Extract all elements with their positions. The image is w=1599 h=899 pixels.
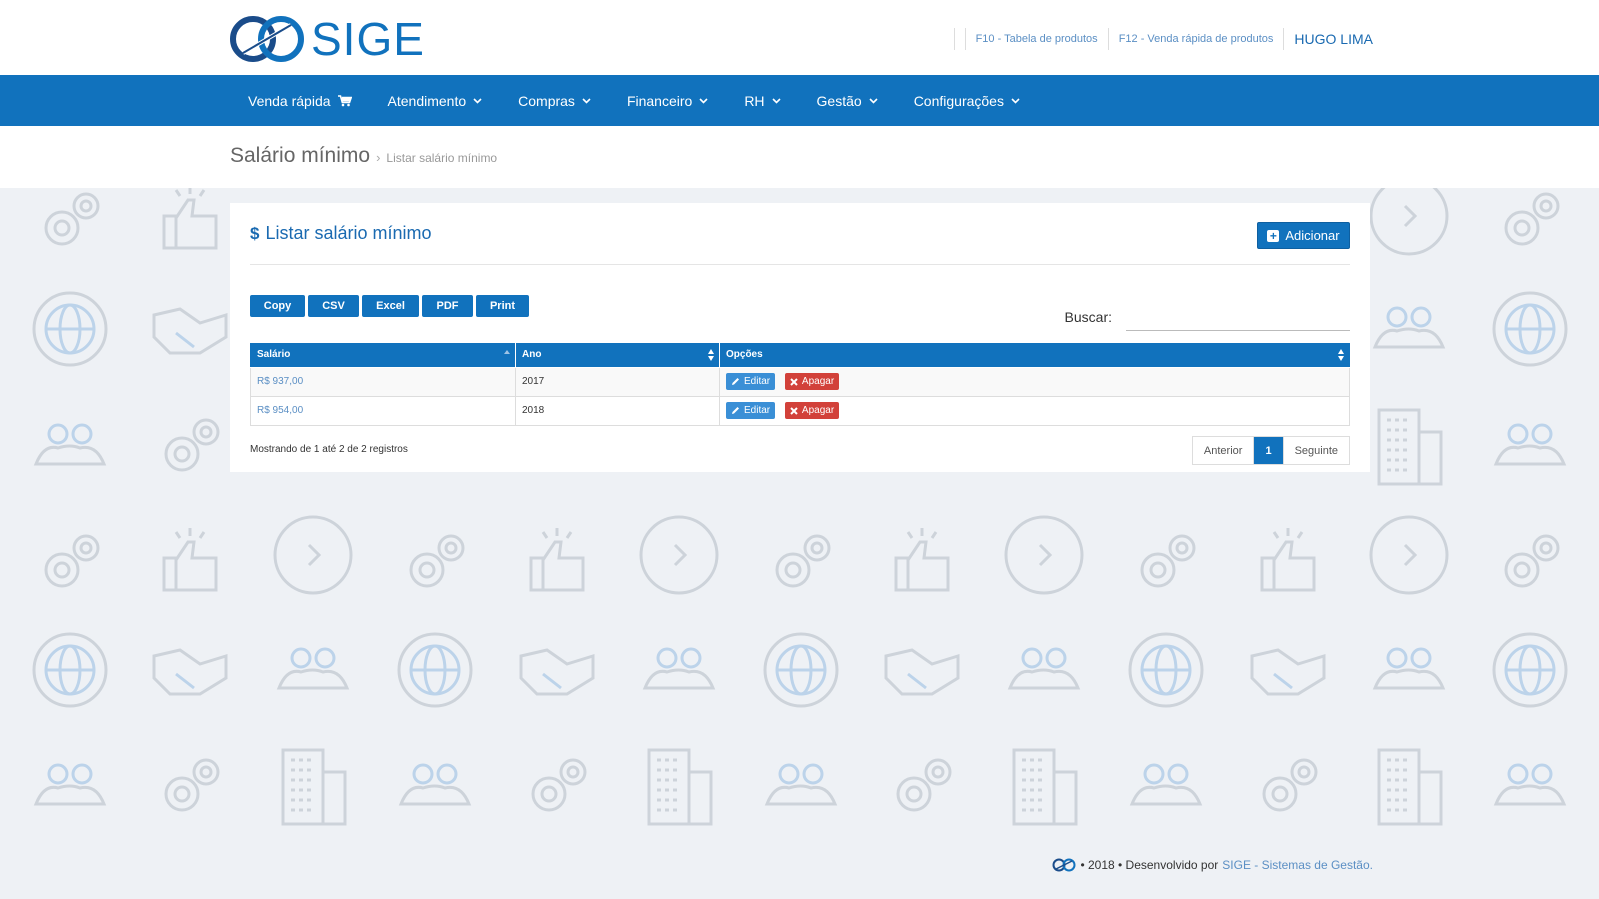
export-buttons: Copy CSV Excel PDF Print [250,295,532,317]
column-header-salario[interactable]: Salário [250,343,516,368]
delete-button[interactable]: Apagar [784,402,840,420]
pagination: Anterior 1 Seguinte [1191,436,1350,465]
nav-item-atendimento[interactable]: Atendimento [370,75,501,126]
nav-item-venda-rapida[interactable]: Venda rápida [230,75,370,126]
table-row: R$ 937,00 2017 Editar Apagar [250,366,1350,397]
pdf-button[interactable]: PDF [422,295,473,317]
nav-item-label: RH [744,92,765,109]
search-label: Buscar: [1064,309,1112,325]
nav-item-rh[interactable]: RH [726,75,798,126]
plus-square-icon: + [1267,229,1280,242]
cell-salario: R$ 954,00 [250,395,516,426]
print-button[interactable]: Print [476,295,529,317]
sort-asc-icon [504,350,510,354]
dollar-icon: $ [250,223,260,243]
footer-text: • 2018 • Desenvolvido por [1080,858,1219,872]
cart-icon [337,94,352,106]
logo-text: SIGE [311,13,425,65]
breadcrumb: Salário mínimo › Listar salário mínimo [230,144,497,168]
link-venda-rapida-produtos[interactable]: F12 - Venda rápida de produtos [1119,33,1274,45]
cell-ano: 2017 [515,366,720,397]
edit-button[interactable]: Editar [726,401,776,419]
list-card: $ Listar salário mínimo + Adicionar Copy… [230,203,1370,472]
nav-item-label: Configurações [913,92,1004,109]
add-button-label: Adicionar [1285,228,1340,243]
excel-button[interactable]: Excel [362,295,419,317]
cell-opcoes: Editar Apagar [719,395,1350,426]
logo[interactable]: SIGE [229,14,425,64]
nav-item-configuracoes[interactable]: Configurações [896,75,1038,126]
chevron-down-icon [869,97,878,104]
page-title: Salário mínimo [230,144,371,167]
footer-brand-link[interactable]: SIGE - Sistemas de Gestão. [1222,858,1373,872]
edit-button[interactable]: Editar [726,372,776,390]
chevron-down-icon [1011,97,1020,104]
column-header-ano[interactable]: Ano [515,343,720,368]
top-links: F10 - Tabela de produtos F12 - Venda ráp… [944,28,1373,50]
breadcrumb-current: Listar salário mínimo [386,151,498,165]
footer: • 2018 • Desenvolvido por SIGE - Sistema… [1052,858,1373,872]
close-icon [790,378,798,386]
copy-button[interactable]: Copy [250,295,305,317]
user-menu[interactable]: HUGO LIMA [1294,31,1373,47]
search-input[interactable] [1126,309,1350,331]
chevron-down-icon [473,97,482,104]
pagination-previous[interactable]: Anterior [1193,437,1254,464]
card-title-text: Listar salário mínimo [265,223,432,243]
cell-salario: R$ 937,00 [250,366,516,397]
csv-button[interactable]: CSV [308,295,359,317]
column-header-opcoes[interactable]: Opções [719,343,1350,368]
sort-both-icon [708,349,714,361]
card-title: $ Listar salário mínimo [250,223,432,244]
nav-item-financeiro[interactable]: Financeiro [609,75,726,126]
nav-item-label: Venda rápida [248,92,331,109]
pagination-page-1[interactable]: 1 [1253,437,1283,464]
nav-item-compras[interactable]: Compras [500,75,609,126]
divider [250,264,1350,265]
cell-opcoes: Editar Apagar [719,366,1350,397]
pagination-next[interactable]: Seguinte [1282,437,1349,464]
chevron-down-icon [582,97,591,104]
nav-item-label: Atendimento [387,92,467,109]
nav-item-gestao[interactable]: Gestão [799,75,896,126]
breadcrumb-band: Salário mínimo › Listar salário mínimo [0,126,1599,188]
salario-table: Salário Ano Opções R$ 937,00 2017 Editar… [250,343,1350,426]
nav-item-label: Gestão [816,92,862,109]
infinity-logo-icon [1052,858,1076,872]
nav-item-label: Financeiro [626,92,693,109]
search-box: Buscar: [1065,309,1350,331]
chevron-down-icon [771,97,781,104]
chevron-down-icon [699,97,708,104]
infinity-logo-icon [230,16,304,62]
close-icon [790,407,798,415]
nav-item-label: Compras [518,92,575,109]
top-header: SIGE F10 - Tabela de produtos F12 - Vend… [0,0,1599,75]
link-tabela-produtos[interactable]: F10 - Tabela de produtos [976,33,1098,45]
table-info: Mostrando de 1 até 2 de 2 registros [250,444,408,455]
main-navbar: Venda rápida Atendimento Compras Finance… [0,75,1599,126]
sort-both-icon [1338,349,1344,361]
pencil-icon [732,377,739,385]
pencil-icon [732,406,739,414]
table-row: R$ 954,00 2018 Editar Apagar [250,395,1350,426]
delete-button[interactable]: Apagar [784,373,840,391]
breadcrumb-separator: › [376,150,381,165]
cell-ano: 2018 [515,395,720,426]
table-header-row: Salário Ano Opções [250,343,1350,368]
add-button[interactable]: + Adicionar [1257,222,1350,249]
